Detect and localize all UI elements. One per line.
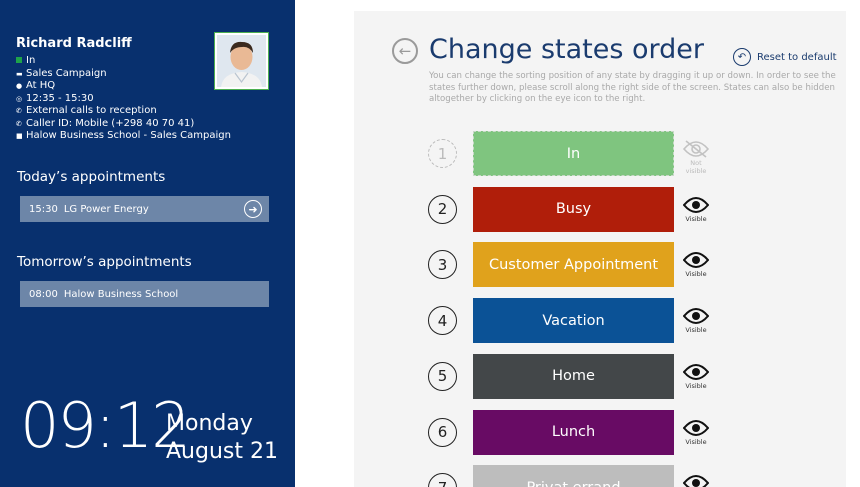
state-tile[interactable]: Busy bbox=[473, 186, 674, 232]
visibility-toggle[interactable]: Not visible bbox=[680, 140, 712, 175]
visibility-label: Visible bbox=[685, 437, 707, 446]
caller-id-row: ✆ Caller ID: Mobile (+298 40 70 41) bbox=[16, 118, 231, 131]
location-text: At HQ bbox=[26, 80, 56, 91]
eye-icon bbox=[680, 251, 712, 269]
reset-button[interactable]: ↶ Reset to default bbox=[733, 48, 837, 66]
calls-text: External calls to reception bbox=[26, 105, 157, 116]
hours-row: ◎ 12:35 - 15:30 bbox=[16, 93, 231, 106]
state-tile[interactable]: Customer Appointment bbox=[473, 242, 674, 288]
arrow-right-icon[interactable]: ➜ bbox=[244, 200, 262, 218]
clock-weekday: Monday bbox=[166, 411, 253, 436]
visibility-toggle[interactable]: Visible bbox=[680, 419, 712, 446]
appointment-time: 08:00 bbox=[29, 288, 58, 300]
state-order-number: 5 bbox=[428, 361, 457, 391]
page-description: You can change the sorting position of a… bbox=[429, 71, 836, 104]
today-appointments-title: Today’s appointments bbox=[17, 169, 166, 185]
page-title: Change states order bbox=[429, 34, 704, 65]
sidebar: Richard Radcliff In ▬ Sales Campaign ● A… bbox=[0, 0, 295, 487]
eye-icon bbox=[680, 419, 712, 437]
eye-icon bbox=[680, 196, 712, 214]
visibility-toggle[interactable]: Visible bbox=[680, 474, 712, 487]
location-pin-icon: ● bbox=[16, 82, 23, 90]
tomorrow-appointments-title: Tomorrow’s appointments bbox=[17, 254, 192, 270]
appointment-time: 15:30 bbox=[29, 203, 58, 215]
state-order-number: 1 bbox=[428, 139, 457, 168]
visibility-toggle[interactable]: Visible bbox=[680, 307, 712, 334]
visibility-label: Visible bbox=[685, 214, 707, 223]
eye-icon bbox=[680, 474, 712, 487]
clock-time: 09:12 bbox=[20, 389, 191, 462]
clock-day: August 21 bbox=[166, 439, 278, 464]
chat-icon: ▬ bbox=[16, 69, 23, 78]
appointment-item[interactable]: 15:30 LG Power Energy ➜ bbox=[20, 196, 269, 222]
visibility-toggle[interactable]: Visible bbox=[680, 363, 712, 390]
appointment-item[interactable]: 08:00 Halow Business School bbox=[20, 281, 269, 307]
reset-label: Reset to default bbox=[757, 51, 837, 63]
appointment-label: LG Power Energy bbox=[63, 203, 149, 215]
state-order-number: 4 bbox=[428, 306, 457, 336]
calls-row: ✆ External calls to reception bbox=[16, 105, 231, 118]
visibility-label: Not visible bbox=[685, 159, 707, 175]
campaign-row: ▬ Sales Campaign bbox=[16, 68, 231, 81]
organization-text: Halow Business School - Sales Campaign bbox=[26, 130, 231, 141]
location-row: ● At HQ bbox=[16, 80, 231, 93]
visibility-label: Visible bbox=[685, 381, 707, 390]
state-order-number: 2 bbox=[428, 194, 457, 224]
state-tile[interactable]: Privat errand bbox=[473, 465, 674, 487]
building-icon: ■ bbox=[16, 132, 23, 140]
eye-off-icon bbox=[680, 140, 712, 158]
status-indicator-icon bbox=[16, 57, 22, 63]
clock-date: Monday August 21 bbox=[166, 410, 278, 466]
visibility-toggle[interactable]: Visible bbox=[680, 251, 712, 278]
campaign-text: Sales Campaign bbox=[26, 67, 107, 79]
state-tile[interactable]: Home bbox=[473, 353, 674, 399]
eye-icon bbox=[680, 307, 712, 325]
state-order-number: 6 bbox=[428, 417, 457, 447]
organization-row: ■ Halow Business School - Sales Campaign bbox=[16, 130, 231, 143]
status-text: In bbox=[26, 55, 36, 66]
visibility-label: Visible bbox=[685, 270, 707, 279]
state-tile[interactable]: In bbox=[473, 131, 674, 176]
back-arrow-icon[interactable]: ← bbox=[392, 38, 418, 64]
appointment-label: Halow Business School bbox=[63, 288, 179, 300]
undo-icon: ↶ bbox=[733, 48, 751, 66]
state-tile[interactable]: Lunch bbox=[473, 409, 674, 455]
caller-id-text: Caller ID: Mobile (+298 40 70 41) bbox=[26, 117, 195, 129]
phone-icon: ✆ bbox=[16, 119, 22, 128]
clock-icon: ◎ bbox=[16, 94, 23, 103]
visibility-toggle[interactable]: Visible bbox=[680, 196, 712, 223]
state-tile[interactable]: Vacation bbox=[473, 298, 674, 344]
status-row: In bbox=[16, 55, 231, 68]
user-name: Richard Radcliff bbox=[16, 36, 132, 51]
eye-icon bbox=[680, 363, 712, 381]
visibility-label: Visible bbox=[685, 326, 707, 335]
hours-text: 12:35 - 15:30 bbox=[26, 92, 94, 104]
user-info: In ▬ Sales Campaign ● At HQ ◎ 12:35 - 15… bbox=[16, 55, 231, 143]
phone-icon: ✆ bbox=[16, 107, 22, 115]
